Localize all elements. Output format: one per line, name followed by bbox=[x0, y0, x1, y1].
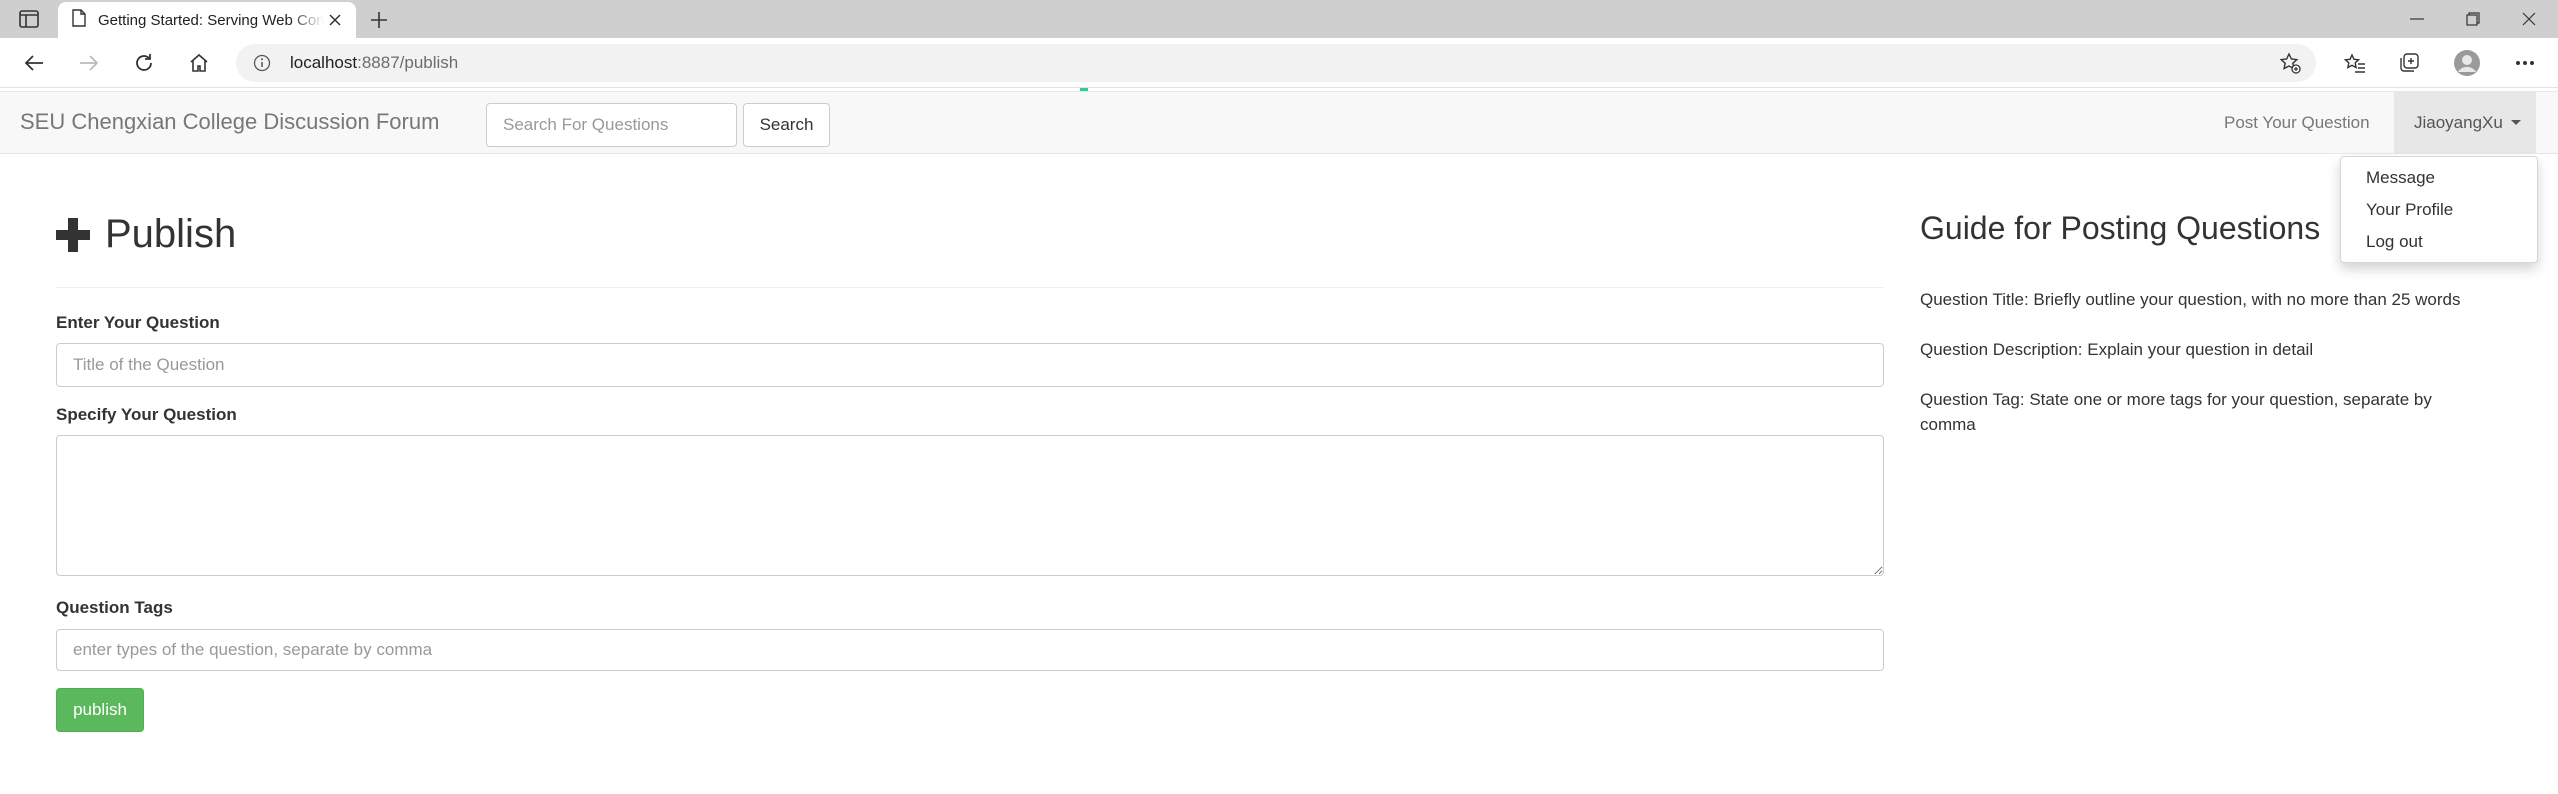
browser-toolbar: localhost:8887/publish bbox=[0, 38, 2558, 88]
guide-item-tag: Question Tag: State one or more tags for… bbox=[1920, 390, 2432, 434]
browser-tab[interactable]: Getting Started: Serving Web Content bbox=[58, 2, 356, 38]
user-menu-toggle[interactable]: JiaoyangXu bbox=[2394, 92, 2536, 153]
tab-title: Getting Started: Serving Web Content bbox=[98, 11, 324, 29]
site-navbar: SEU Chengxian College Discussion Forum S… bbox=[0, 91, 2558, 154]
home-icon[interactable] bbox=[182, 46, 216, 80]
address-bar[interactable]: localhost:8887/publish bbox=[236, 44, 2316, 82]
question-description-textarea[interactable] bbox=[56, 435, 1884, 576]
forward-icon[interactable] bbox=[72, 46, 106, 80]
url-text: localhost:8887/publish bbox=[290, 53, 458, 73]
page-title-text: Publish bbox=[105, 212, 237, 256]
tab-actions-icon[interactable] bbox=[14, 7, 44, 31]
url-host: localhost bbox=[290, 53, 358, 72]
page-title: Publish bbox=[56, 212, 236, 257]
brand-link[interactable]: SEU Chengxian College Discussion Forum bbox=[20, 109, 439, 135]
favorites-icon[interactable] bbox=[2338, 46, 2372, 80]
publish-button[interactable]: publish bbox=[56, 688, 144, 732]
post-question-link[interactable]: Post Your Question bbox=[2224, 113, 2370, 133]
favorite-add-icon[interactable] bbox=[2278, 51, 2302, 75]
search-input[interactable] bbox=[486, 103, 737, 147]
back-icon[interactable] bbox=[17, 46, 51, 80]
new-tab-icon[interactable] bbox=[364, 5, 394, 35]
browser-tab-strip: Getting Started: Serving Web Content bbox=[0, 0, 2558, 38]
more-icon[interactable] bbox=[2508, 46, 2542, 80]
menu-item-message[interactable]: Message bbox=[2341, 162, 2537, 194]
question-tags-label: Question Tags bbox=[56, 598, 173, 617]
collections-icon[interactable] bbox=[2392, 46, 2426, 80]
close-icon[interactable] bbox=[324, 9, 346, 31]
chevron-down-icon bbox=[2510, 120, 2521, 125]
question-tags-input[interactable] bbox=[56, 629, 1884, 671]
menu-item-log-out[interactable]: Log out bbox=[2341, 226, 2537, 258]
window-close-icon[interactable] bbox=[2502, 0, 2556, 38]
question-title-label: Enter Your Question bbox=[56, 313, 220, 332]
question-title-input[interactable] bbox=[56, 343, 1884, 387]
user-name: JiaoyangXu bbox=[2414, 112, 2503, 132]
restore-icon[interactable] bbox=[2446, 0, 2500, 38]
minimize-icon[interactable] bbox=[2390, 0, 2444, 38]
page-icon bbox=[72, 8, 86, 32]
menu-item-your-profile[interactable]: Your Profile bbox=[2341, 194, 2537, 226]
guide-item-title: Question Title: Briefly outline your que… bbox=[1920, 290, 2461, 309]
plus-icon bbox=[56, 217, 90, 252]
user-dropdown-menu: Message Your Profile Log out bbox=[2340, 156, 2538, 263]
url-path: :8887/publish bbox=[357, 53, 459, 72]
question-description-label: Specify Your Question bbox=[56, 405, 237, 424]
title-divider bbox=[56, 287, 1884, 288]
reload-icon[interactable] bbox=[127, 46, 161, 80]
profile-icon[interactable] bbox=[2450, 46, 2484, 80]
guide-title: Guide for Posting Questions bbox=[1920, 210, 2321, 246]
guide-item-description: Question Description: Explain your quest… bbox=[1920, 340, 2314, 359]
search-button[interactable]: Search bbox=[743, 103, 830, 147]
info-icon[interactable] bbox=[250, 51, 274, 75]
